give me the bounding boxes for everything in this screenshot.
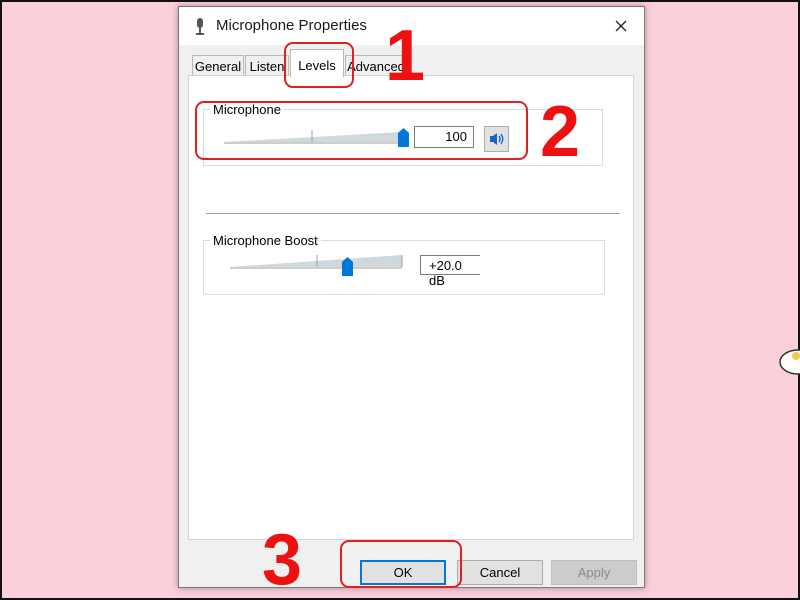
tab-listen[interactable]: Listen (245, 55, 289, 77)
tab-general[interactable]: General (192, 55, 244, 77)
tab-levels[interactable]: Levels (290, 49, 344, 77)
close-button[interactable] (598, 7, 644, 45)
microphone-boost-group: Microphone Boost +20.0 dB (203, 233, 605, 295)
step-number-1: 1 (385, 16, 426, 96)
callout-ok-button (340, 540, 462, 588)
microphone-icon (196, 18, 204, 35)
boost-slider-track[interactable] (230, 253, 406, 269)
dialog-title: Microphone Properties (216, 17, 367, 34)
cancel-button[interactable]: Cancel (457, 560, 543, 585)
boost-slider-thumb[interactable] (342, 257, 353, 276)
step-number-2: 2 (540, 92, 581, 172)
apply-button[interactable]: Apply (551, 560, 637, 585)
microphone-boost-label: Microphone Boost (210, 233, 321, 248)
close-icon (615, 20, 627, 32)
callout-microphone-level (195, 101, 528, 160)
step-number-3: 3 (262, 520, 303, 600)
cartoon-character-edge (779, 349, 800, 375)
boost-level-field: +20.0 dB (420, 255, 480, 288)
separator (206, 213, 620, 214)
